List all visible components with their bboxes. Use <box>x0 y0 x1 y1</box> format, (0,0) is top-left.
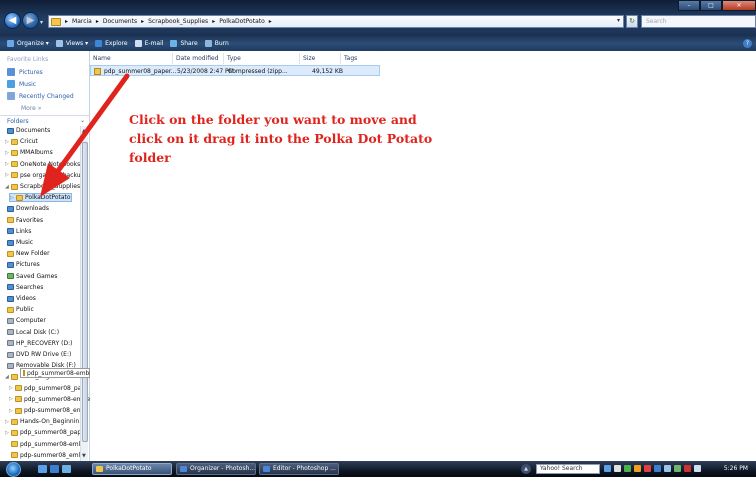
annotation-line: folder <box>129 150 171 165</box>
yahoo-search-box[interactable]: Yahoo! Search <box>536 464 600 474</box>
switch-windows-icon[interactable] <box>50 465 59 473</box>
taskbar-button[interactable]: Organizer - Photosh... <box>176 463 256 475</box>
instruction-annotation: Click on the folder you want to move and… <box>129 110 449 167</box>
system-tray <box>604 465 701 472</box>
show-desktop-icon[interactable] <box>38 465 47 473</box>
tray-app-icon[interactable] <box>634 465 641 472</box>
taskbar-button-label: Editor - Photoshop ... <box>273 465 336 472</box>
annotation-arrow <box>40 73 130 197</box>
clock: 5:26 PM <box>723 465 748 472</box>
photoshop-icon <box>263 466 270 472</box>
taskbar-button-label: PolkaDotPotato <box>106 465 152 472</box>
internet-explorer-icon[interactable] <box>62 465 71 473</box>
tray-expand-icon[interactable]: ▲ <box>521 464 531 474</box>
taskbar-button[interactable]: PolkaDotPotato <box>92 463 172 475</box>
tray-app-icon[interactable] <box>624 465 631 472</box>
taskbar-button[interactable]: Editor - Photoshop ... <box>259 463 339 475</box>
volume-icon[interactable] <box>694 465 701 472</box>
start-button[interactable] <box>6 462 21 477</box>
taskbar: PolkaDotPotato Organizer - Photosh... Edit… <box>0 461 756 477</box>
tray-app-icon[interactable] <box>684 465 691 472</box>
taskbar-button-label: Organizer - Photosh... <box>190 465 256 472</box>
photoshop-icon <box>180 466 187 472</box>
network-icon[interactable] <box>664 465 671 472</box>
folder-icon <box>96 466 103 472</box>
search-icon[interactable] <box>604 465 611 472</box>
annotation-line: click on it drag it into the Polka Dot P… <box>129 131 433 146</box>
tray-app-icon[interactable] <box>674 465 681 472</box>
tray-app-icon[interactable] <box>654 465 661 472</box>
tray-app-icon[interactable] <box>644 465 651 472</box>
annotation-line: Click on the folder you want to move and <box>129 112 417 127</box>
tray-app-icon[interactable] <box>614 465 621 472</box>
